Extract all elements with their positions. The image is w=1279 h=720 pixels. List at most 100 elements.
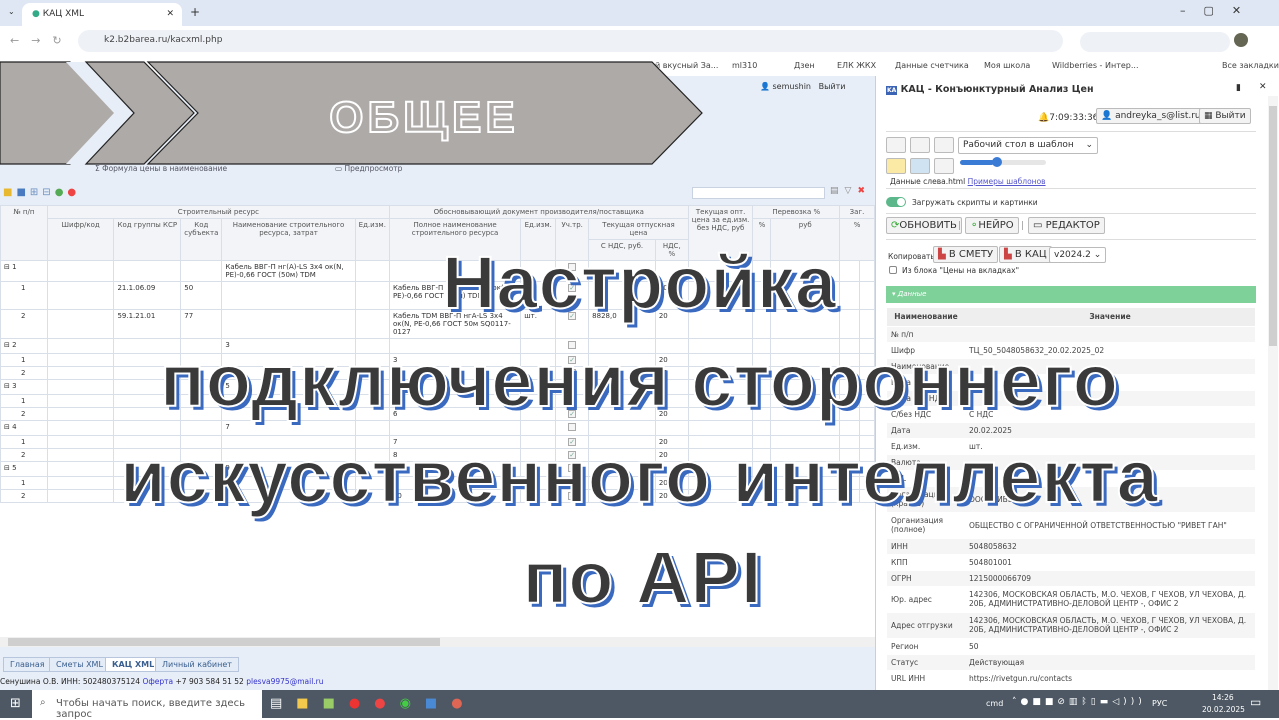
editor-label: РЕДАКТОР (1045, 220, 1100, 231)
overlay-title-line: по API (522, 535, 763, 620)
slider-fill (960, 160, 995, 165)
template-select[interactable]: Рабочий стол в шаблон ⌄ (958, 137, 1098, 154)
new-tab-icon[interactable]: + (190, 5, 200, 19)
tab-kac-xml[interactable]: КАЦ XML (105, 657, 162, 672)
url-input[interactable]: k2.b2barea.ru/kacxml.php (78, 30, 1063, 52)
panel-title: KA КАЦ - Конъюнктурный Анализ Цен (886, 84, 1094, 95)
panel-title-text: КАЦ - Конъюнктурный Анализ Цен (900, 84, 1094, 95)
taskbar-search[interactable]: ⌕ Чтобы начать поиск, введите здесь запро… (32, 690, 262, 720)
print-icon[interactable] (934, 158, 954, 174)
expand-icon[interactable] (886, 137, 906, 153)
window-controls[interactable]: –▢✕ (1180, 4, 1259, 17)
user-email-button[interactable]: 👤 andreyka_s@list.ru (1096, 108, 1206, 124)
group-header: Заг. (839, 205, 875, 219)
tray-icons[interactable]: ˄●■■⊘▥ᛒ▯▬◁))) (1012, 697, 1146, 707)
horizontal-scrollbar[interactable] (0, 637, 875, 647)
banner-label: ОБЩЕЕ (329, 93, 518, 142)
kac-logo-icon: KA (886, 86, 898, 95)
language-indicator[interactable]: РУС (1152, 699, 1167, 708)
url-text: k2.b2barea.ru/kacxml.php (104, 35, 223, 45)
template-select-value: Рабочий стол в шаблон (963, 140, 1074, 150)
clock-date[interactable]: 20.02.2025 (1202, 705, 1245, 714)
overlay-title-line: Настройка (441, 240, 838, 325)
tab-estimates-xml[interactable]: Сметы XML (49, 657, 110, 672)
address-bar-row: ←→↻ k2.b2barea.ru/kacxml.php (0, 26, 1279, 56)
user-name: semushin (772, 82, 811, 91)
overlay-title-line: подключения стороннего (159, 338, 1119, 423)
neuro-button[interactable]: ⚬НЕЙРО (965, 217, 1019, 234)
tab-main[interactable]: Главная (3, 657, 52, 672)
bookmark[interactable]: Все закладки (1222, 61, 1279, 70)
bookmark[interactable]: ЕЛК ЖКХ (837, 61, 876, 70)
include-transport-checkbox[interactable] (568, 423, 577, 431)
footer-text: Сенушина О.В. ИНН: 502480375124 (0, 677, 141, 686)
bookmark[interactable]: Моя школа (984, 61, 1030, 70)
page-icon[interactable] (910, 137, 930, 153)
user-link[interactable]: 👤 semushin Выйти (760, 82, 846, 91)
bookmark[interactable]: ml310 (732, 61, 757, 70)
avatar[interactable] (1234, 33, 1248, 47)
grid-toolbar[interactable]: ■■⊞⊟●● (3, 187, 80, 198)
tab-personal-account[interactable]: Личный кабинет (155, 657, 239, 672)
detail-value: https://rivetgun.ru/contacts (965, 670, 1255, 687)
data-file-text: Данные слева.html (890, 177, 966, 186)
refresh-button[interactable]: ⟳ОБНОВИТЬ (886, 217, 962, 234)
bookmark[interactable]: Wildberries - Интер... (1052, 61, 1138, 70)
taskbar: ⊞ ⌕ Чтобы начать поиск, введите здесь зап… (0, 690, 1279, 720)
taskbar-apps[interactable]: ▤■■●●◉■● (270, 696, 477, 711)
details-row: Регион 50 (887, 638, 1255, 655)
offer-link[interactable]: Оферта (142, 677, 173, 686)
logout-label: Выйти (1215, 111, 1246, 121)
neuro-label: НЕЙРО (978, 220, 1014, 231)
zoom-slider[interactable] (960, 157, 1046, 167)
toggle-label: Загружать скрипты и картинки (912, 198, 1038, 207)
grid-search-input[interactable] (692, 187, 825, 199)
globe-icon: ● (32, 9, 40, 19)
image-icon[interactable] (910, 158, 930, 174)
detail-label: Статус (887, 654, 965, 671)
notifications-icon[interactable]: ▭ (1250, 695, 1261, 709)
tab-title: КАЦ XML (42, 9, 85, 19)
phone: +7 903 584 51 52 (175, 677, 244, 686)
scroll-thumb[interactable] (8, 638, 440, 646)
col-header: Текущая отпускная цена (588, 218, 689, 240)
detail-value: 50 (965, 638, 1255, 655)
screen-icon[interactable] (934, 137, 954, 153)
pin-icon[interactable]: ▮ (1236, 83, 1241, 93)
editor-button[interactable]: ▭ РЕДАКТОР (1028, 217, 1105, 234)
logout-button[interactable]: ▦ Выйти (1199, 108, 1251, 124)
browser-tab-bar: ⌄ ● КАЦ XML ✕ + –▢✕ (0, 0, 1279, 26)
details-row: Статус Действующая (887, 654, 1255, 671)
data-file-label: Данные слева.html Примеры шаблонов (890, 177, 1046, 186)
email-link[interactable]: plesva9975@mail.ru (246, 677, 323, 686)
slider-thumb[interactable] (992, 157, 1002, 167)
overlay-title-line: искусственного интеллекта (119, 434, 1159, 519)
search-icon: ⌕ (40, 697, 46, 708)
detail-label: Регион (887, 638, 965, 655)
bookmark[interactable]: Данные счетчика (895, 61, 969, 70)
clock-time[interactable]: 14:26 (1212, 693, 1234, 702)
extensions-area[interactable] (1080, 32, 1230, 52)
group-header: Перевозка % (752, 205, 841, 219)
tray-cmd[interactable]: cmd (986, 699, 1003, 708)
footer: Сенушина О.В. ИНН: 502480375124 Оферта +… (0, 677, 324, 686)
time-text: 7:09:33:36 (1049, 113, 1099, 123)
search-placeholder: Чтобы начать поиск, введите здесь запрос (56, 698, 245, 720)
nav-buttons[interactable]: ←→↻ (10, 34, 74, 47)
refresh-label: ОБНОВИТЬ (899, 220, 957, 231)
examples-link[interactable]: Примеры шаблонов (968, 177, 1046, 186)
start-icon[interactable]: ⊞ (10, 696, 21, 711)
tab-list-chevron-icon[interactable]: ⌄ (8, 7, 15, 16)
logout-link[interactable]: Выйти (819, 82, 846, 91)
bookmark[interactable]: Дзен (794, 61, 815, 70)
group-header: Строительный ресурс (46, 205, 390, 219)
detail-label: URL ИНН (887, 670, 965, 687)
close-tab-icon[interactable]: ✕ (166, 9, 174, 19)
filter-icons[interactable]: ▤▽✖ (830, 186, 871, 196)
browser-tab[interactable]: ● КАЦ XML ✕ (22, 3, 182, 26)
load-scripts-toggle[interactable] (886, 197, 906, 207)
close-panel-icon[interactable]: ✕ (1259, 82, 1267, 92)
timer: 🔔7:09:33:36 (1038, 113, 1099, 123)
folder-icon[interactable] (886, 158, 906, 174)
email-text: andreyka_s@list.ru (1115, 111, 1201, 121)
